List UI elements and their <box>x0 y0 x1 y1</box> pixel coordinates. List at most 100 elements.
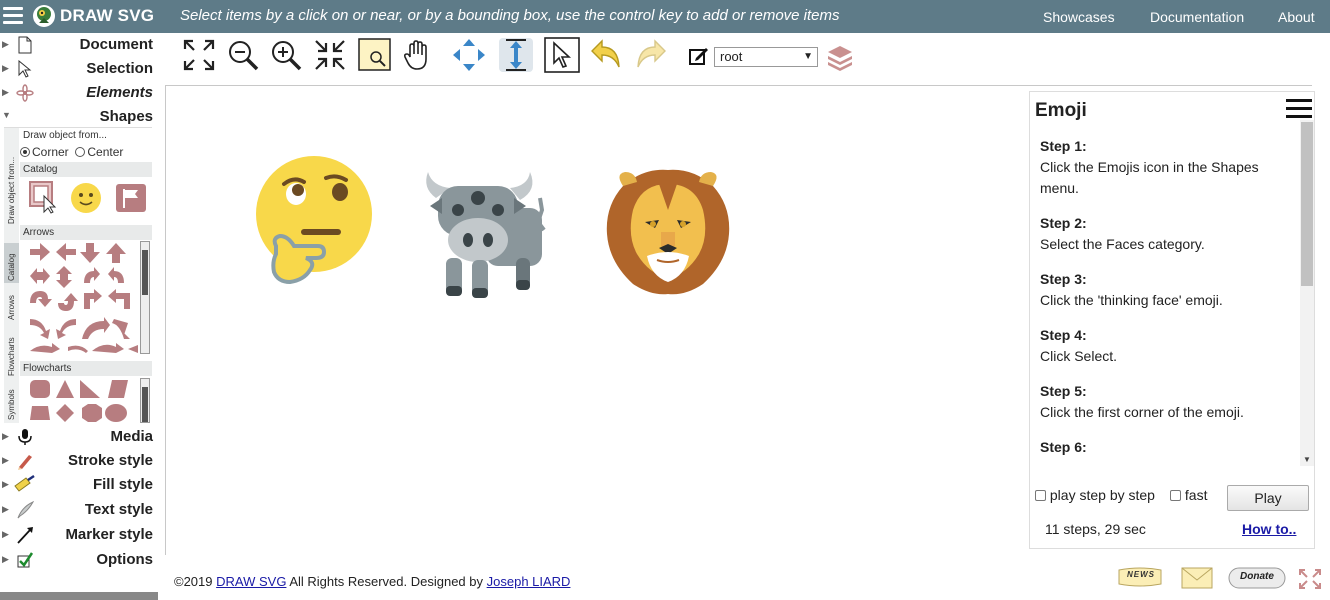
step-heading: Step 6: <box>1040 439 1087 455</box>
step-text: Select the Faces category. <box>1040 236 1205 252</box>
sidebar-item-document[interactable]: ▶ Document <box>0 33 158 57</box>
sidebar-item-label: Shapes <box>99 108 153 125</box>
step-text: Click Select. <box>1040 348 1118 364</box>
help-step: Step 2: Select the Faces category. <box>1040 213 1295 255</box>
app-brand[interactable]: DRAW SVG <box>60 6 154 26</box>
shapes-vertical-tabs: Draw object from... Catalog Arrows Flowc… <box>4 128 19 423</box>
sidebar-item-elements[interactable]: ▶ Elements <box>0 81 158 105</box>
sidebar-item-media[interactable]: ▶ Media <box>0 425 158 449</box>
collapse-arrow-icon: ▼ <box>2 110 11 120</box>
layers-button[interactable] <box>826 44 854 72</box>
select-pointer-button[interactable] <box>544 37 580 73</box>
corner-radio[interactable] <box>20 147 30 157</box>
zoom-in-icon <box>272 41 302 71</box>
footer-site-link[interactable]: DRAW SVG <box>216 574 286 589</box>
step-heading: Step 3: <box>1040 271 1087 287</box>
zoom-selection-button[interactable] <box>357 37 393 73</box>
bull-emoji[interactable] <box>416 168 550 298</box>
arrow-shapes-grid[interactable] <box>28 241 138 353</box>
nav-about[interactable]: About <box>1278 9 1315 25</box>
arrows-scrollbar[interactable] <box>140 241 150 354</box>
sidebar-item-label: Text style <box>84 501 153 518</box>
help-scrollbar-thumb[interactable] <box>1301 122 1313 286</box>
move-button[interactable] <box>451 37 487 73</box>
sidebar-item-fill-style[interactable]: ▶ Fill style <box>0 473 158 497</box>
nav-documentation[interactable]: Documentation <box>1150 9 1244 25</box>
edit-layer-button[interactable] <box>688 45 710 67</box>
tab-draw-object-from[interactable]: Draw object from... <box>4 128 19 228</box>
sidebar-item-text-style[interactable]: ▶ Text style <box>0 498 158 522</box>
fit-page-button[interactable] <box>181 37 217 73</box>
step-text: Click the 'thinking face' emoji. <box>1040 292 1223 308</box>
fast-checkbox[interactable] <box>1170 490 1181 501</box>
sidebar-item-marker-style[interactable]: ▶ Marker style <box>0 523 158 547</box>
undo-icon <box>591 39 620 68</box>
resize-button[interactable] <box>498 37 534 73</box>
shapes-catalog-icon[interactable] <box>28 180 58 214</box>
sidebar-item-label: Media <box>110 428 153 445</box>
play-button[interactable]: Play <box>1227 485 1309 511</box>
flowcharts-scrollbar-thumb[interactable] <box>142 387 148 422</box>
footer-author-link[interactable]: Joseph LIARD <box>487 574 571 589</box>
redo-button[interactable] <box>633 37 669 73</box>
help-menu-icon[interactable] <box>1286 99 1312 119</box>
corner-label: Corner <box>32 145 69 159</box>
expand-arrow-icon: ▶ <box>2 479 9 489</box>
footer: ©2019 DRAW SVG All Rights Reserved. Desi… <box>174 574 570 589</box>
arrows-heading: Arrows <box>20 225 152 240</box>
mail-icon[interactable] <box>1181 567 1213 589</box>
sidebar-item-label: Marker style <box>65 526 153 543</box>
draw-from-heading: Draw object from... <box>20 128 152 143</box>
undo-button[interactable] <box>588 37 624 73</box>
zoom-selection-icon <box>358 38 391 71</box>
sidebar-item-label: Elements <box>86 84 153 101</box>
feather-pen-icon <box>17 501 34 519</box>
nav-showcases[interactable]: Showcases <box>1043 9 1115 25</box>
layer-select-value: root <box>720 49 743 64</box>
sidebar-item-stroke-style[interactable]: ▶ Stroke style <box>0 449 158 473</box>
flowcharts-heading: Flowcharts <box>20 361 152 376</box>
thinking-face-emoji[interactable] <box>254 154 374 286</box>
tab-catalog[interactable]: Catalog <box>4 243 19 283</box>
expand-arrow-icon: ▶ <box>2 39 9 49</box>
emojis-catalog-icon[interactable] <box>70 182 102 214</box>
main-menu-icon[interactable] <box>3 7 23 25</box>
tab-flowcharts[interactable]: Flowcharts <box>4 328 19 378</box>
flag-catalog-icon[interactable] <box>115 183 147 213</box>
center-radio[interactable] <box>75 147 86 157</box>
chevron-down-icon: ▼ <box>803 51 813 62</box>
sidebar-item-selection[interactable]: ▶ Selection <box>0 57 158 81</box>
footer-rights: All Rights Reserved. Designed by <box>289 574 483 589</box>
flowchart-shapes-grid[interactable] <box>28 378 138 423</box>
zoom-out-button[interactable] <box>225 37 261 73</box>
help-scrollbar[interactable]: ▼ <box>1300 120 1314 466</box>
paint-roller-icon <box>14 474 35 492</box>
scroll-down-icon[interactable]: ▼ <box>1303 455 1311 464</box>
howto-link[interactable]: How to.. <box>1242 521 1296 537</box>
pan-hand-icon <box>403 40 427 70</box>
pan-button[interactable] <box>400 37 436 73</box>
center-label: Center <box>87 145 124 159</box>
arrows-scrollbar-thumb[interactable] <box>142 250 148 295</box>
zoom-in-button[interactable] <box>268 37 304 73</box>
drawsvg-logo-icon[interactable] <box>32 4 56 28</box>
sidebar-item-options[interactable]: ▶ Options <box>0 548 158 572</box>
help-step: Step 3: Click the 'thinking face' emoji. <box>1040 269 1295 311</box>
expand-arrow-icon: ▶ <box>2 504 9 514</box>
flowcharts-scrollbar[interactable] <box>140 378 150 423</box>
checkbox-icon <box>17 552 34 568</box>
fit-content-button[interactable] <box>312 37 348 73</box>
tab-symbols[interactable]: Symbols <box>4 384 19 422</box>
document-icon <box>18 36 32 54</box>
help-step: Step 6: <box>1040 437 1295 458</box>
layers-icon <box>828 46 852 71</box>
sidebar-item-shapes[interactable]: ▼ Shapes <box>0 105 158 129</box>
lion-emoji[interactable] <box>603 166 733 298</box>
expand-arrow-icon: ▶ <box>2 455 9 465</box>
fullscreen-icon[interactable] <box>1298 568 1322 590</box>
news-badge-label: NEWS <box>1127 570 1155 579</box>
tab-arrows[interactable]: Arrows <box>4 288 19 322</box>
left-panel-scrollbar[interactable] <box>0 592 158 600</box>
layer-select[interactable]: root ▼ <box>714 47 818 67</box>
play-step-checkbox[interactable] <box>1035 490 1046 501</box>
